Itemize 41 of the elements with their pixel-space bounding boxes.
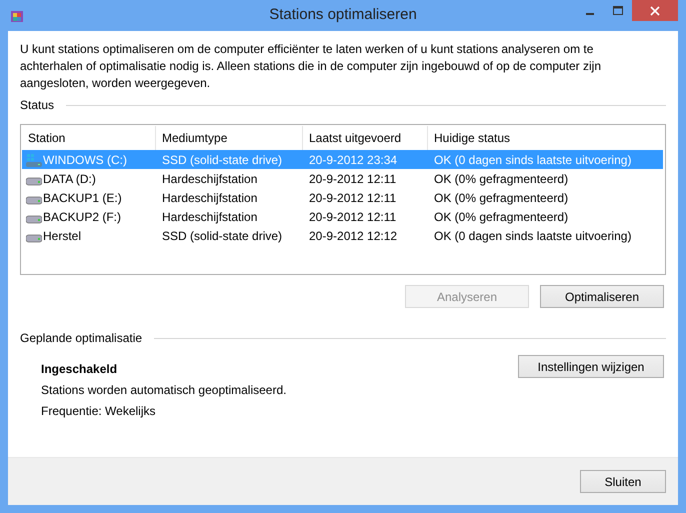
system-drive-icon [26,152,42,166]
window-title: Stations optimaliseren [269,6,417,23]
section-title: Status [20,98,54,112]
table-cell-text: OK (0 dagen sinds laatste uitvoering) [433,228,632,242]
maximize-icon [613,6,623,16]
table-cell-text: SSD (solid-state drive) [161,152,284,166]
section-title: Geplande optimalisatie [20,331,142,345]
close-dialog-button[interactable]: Sluiten [580,470,666,493]
app-icon [10,8,24,22]
drive-row[interactable]: DATA (D:) Hardeschijfstation 20-9-2012 12:11 OK (0% gefragmenteerd) [22,169,664,188]
table-cell-text: 20-9-2012 12:11 [308,210,398,224]
drive-row[interactable]: Herstel SSD (solid-state drive) 20-9-2012 12:12 OK (0 dagen sinds laatste uitvoering) [22,226,664,245]
close-button[interactable] [632,0,678,21]
minimize-icon [586,12,594,14]
table-cell-text: 20-9-2012 23:34 [308,152,398,166]
table-cell-text: Hardeschijfstation [161,210,258,224]
table-cell-text: Hardeschijfstation [161,190,258,204]
table-cell: WINDOWS (C:) [22,152,156,166]
column-header[interactable]: Huidige status [428,126,663,150]
schedule-frequency: Frequentie: Wekelijks [41,404,156,418]
schedule-description: Stations worden automatisch geoptimaliseerd. [41,383,286,397]
table-cell: DATA (D:) [22,172,156,186]
table-cell-text: SSD (solid-state drive) [161,228,284,242]
close-icon [650,6,660,16]
table-cell-text: OK (0 dagen sinds laatste uitvoering) [433,152,632,166]
table-cell-text: 20-9-2012 12:11 [308,190,398,204]
table-cell-text: OK (0% gefragmenteerd) [433,172,570,186]
table-cell-text: 20-9-2012 12:12 [308,228,398,242]
action-button[interactable]: Optimaliseren [540,285,664,308]
table-cell-text: OK (0% gefragmenteerd) [433,190,570,204]
intro-text: U kunt stations optimaliseren om de computer efficiënter te laten werken of u kunt stations analyseren om te achterhalen of optimalisatie nodig is. Alleen stations die in de computer zijn ingebouwd of op de computer zijn aangesloten, worden weergegeven. [20,41,602,92]
settings-button[interactable]: Instellingen wijzigen [518,355,664,378]
table-cell: BACKUP1 (E:) [22,190,156,204]
table-cell-text: 20-9-2012 12:11 [308,172,398,186]
drive-row[interactable]: BACKUP2 (F:) Hardeschijfstation 20-9-2012 12:11 OK (0% gefragmenteerd) [22,207,664,226]
table-cell-text: OK (0% gefragmenteerd) [433,210,570,224]
table-cell: BACKUP2 (F:) [22,210,156,224]
drive-row[interactable]: BACKUP1 (E:) Hardeschijfstation 20-9-2012 12:11 OK (0% gefragmenteerd) [22,188,664,207]
table-cell: Herstel [22,228,156,242]
schedule-state: Ingeschakeld [41,362,118,376]
table-cell-text: Hardeschijfstation [161,172,258,186]
